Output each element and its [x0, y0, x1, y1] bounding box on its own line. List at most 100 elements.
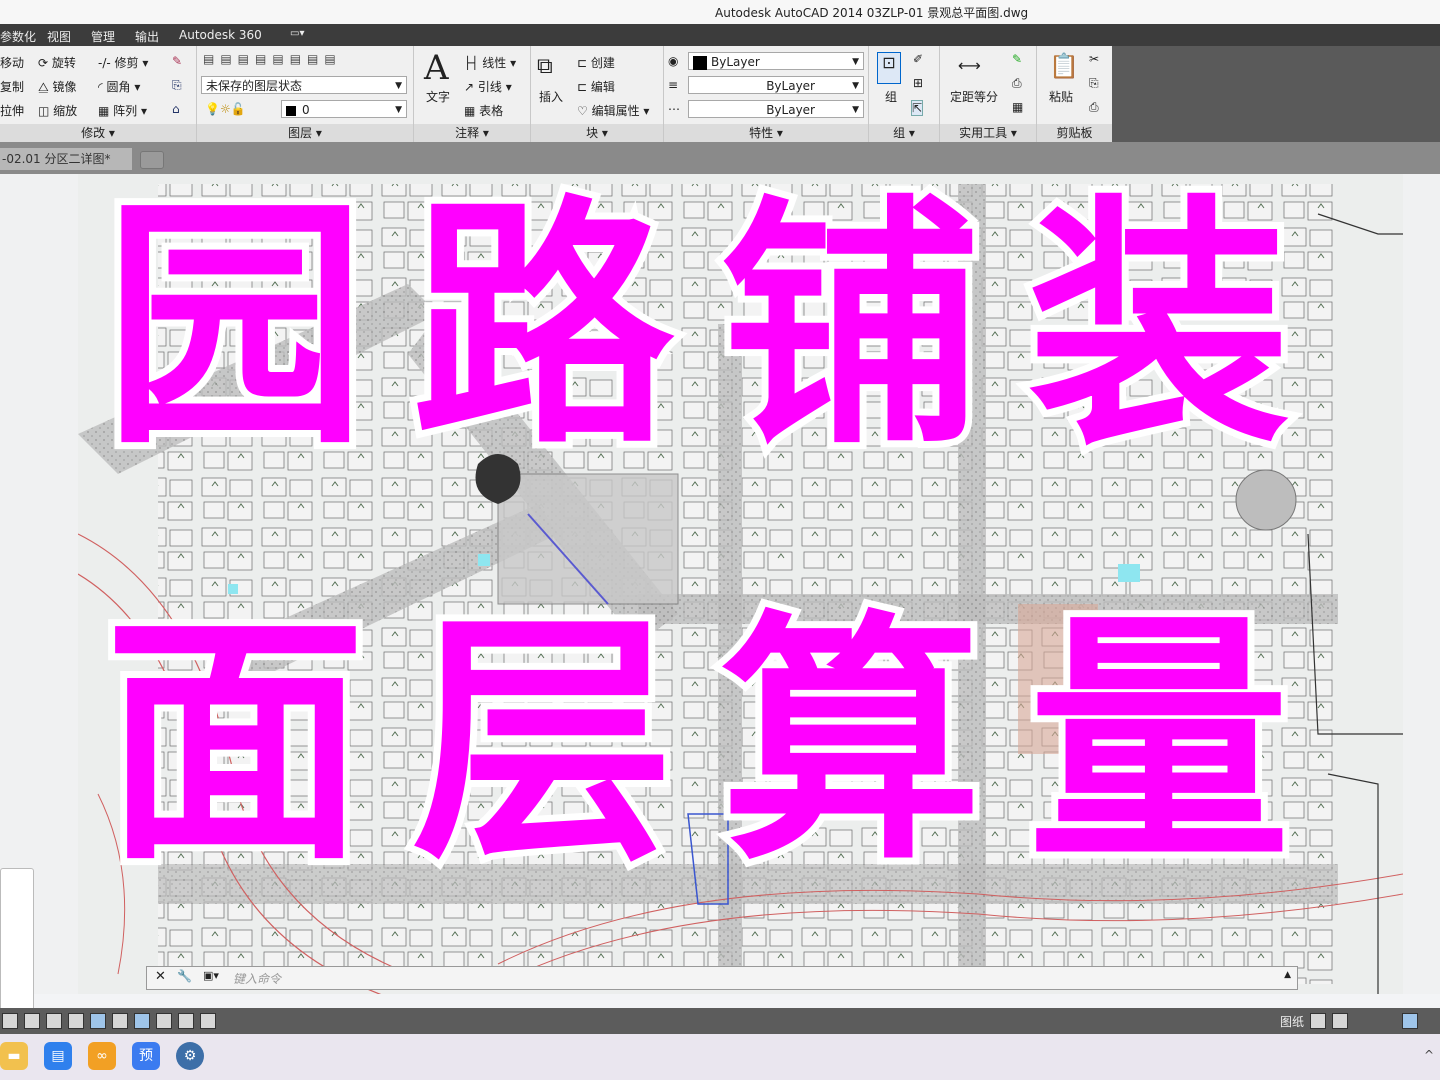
viewport-icon[interactable] [1332, 1013, 1348, 1029]
panel-utilities-title[interactable]: 实用工具 ▾ [940, 124, 1036, 142]
color-wheel-icon[interactable]: ◉ [668, 54, 678, 68]
array-button[interactable]: ▦ 阵列 ▾ [98, 102, 147, 119]
menu-manage[interactable]: 管理 [91, 28, 115, 45]
text-icon[interactable]: A [424, 48, 449, 88]
menu-output[interactable]: 输出 [135, 28, 159, 45]
group-edit-icon[interactable]: ⊞ [913, 76, 923, 90]
panel-annotation-title[interactable]: 注释 ▾ [414, 124, 530, 142]
menu-dropdown-icon[interactable]: ▭▾ [290, 28, 304, 39]
measure-button[interactable]: 定距等分 [950, 88, 998, 105]
command-line[interactable]: ✕ 🔧 ▣▾ 键入命令 ▲ [146, 966, 1298, 990]
dyn-icon[interactable] [156, 1013, 172, 1029]
document-tab-row: -02.01 分区二详图* [0, 142, 1440, 174]
command-input[interactable]: 键入命令 [233, 970, 281, 987]
panel-groups: ⊡ 组 ✐ ⊞ ⇱ 组 ▾ [869, 46, 940, 142]
edit-attributes-button[interactable]: ♡ 编辑属性 ▾ [577, 102, 649, 119]
insert-icon[interactable]: ⧉ [537, 54, 553, 79]
osnap-icon[interactable] [90, 1013, 106, 1029]
folder-icon[interactable]: ▬ [0, 1042, 28, 1070]
paste-icon[interactable]: 📋 [1049, 52, 1079, 80]
app-icon-2[interactable]: ∞ [88, 1042, 116, 1070]
menu-parametric[interactable]: 参数化 [0, 28, 36, 45]
measure-icon[interactable]: ⟷ [958, 56, 981, 75]
table-button[interactable]: ▦ 表格 [464, 102, 503, 119]
insert-button[interactable]: 插入 [539, 88, 563, 105]
stretch-button[interactable]: 拉伸 [0, 102, 24, 119]
point-style-icon[interactable]: ⎙ [1012, 76, 1022, 91]
ungroup-icon[interactable]: ✐ [913, 52, 923, 66]
panel-properties: ◉ ByLayer ▼ ≡ ByLayer ▼ ⋯ ByLayer ▼ 特性 ▾ [664, 46, 869, 142]
otrack-icon[interactable] [112, 1013, 128, 1029]
panel-clipboard-title[interactable]: 剪贴板 [1037, 124, 1112, 142]
mirror-button[interactable]: ⧋ 镜像 [38, 78, 77, 95]
create-block-button[interactable]: ⊏ 创建 [577, 54, 615, 71]
app-icon-1[interactable]: ▤ [44, 1042, 72, 1070]
brush-icon[interactable]: ✎ [172, 54, 182, 68]
close-icon[interactable]: ✕ [155, 969, 166, 984]
layer-tools-icons[interactable]: ▤▤▤▤▤▤▤▤ [203, 52, 342, 66]
command-prompt-icon[interactable]: ▣▾ [203, 969, 219, 982]
edit-block-button[interactable]: ⊏ 编辑 [577, 78, 615, 95]
panel-block-title[interactable]: 块 ▾ [531, 124, 663, 142]
fillet-button[interactable]: ◜ 圆角 ▾ [98, 78, 140, 95]
offset-icon[interactable]: ⌂ [172, 102, 180, 116]
snap-icon[interactable] [24, 1013, 40, 1029]
panel-modify-title[interactable]: 修改 ▾ [0, 124, 196, 142]
panel-properties-title[interactable]: 特性 ▾ [664, 124, 868, 142]
layer-state-combo[interactable]: 未保存的图层状态 ▼ [201, 76, 407, 94]
paste-button[interactable]: 粘贴 [1049, 88, 1073, 105]
menu-autodesk360[interactable]: Autodesk 360 [179, 28, 262, 42]
leader-button[interactable]: ↗ 引线 ▾ [464, 78, 512, 95]
match-properties-icon[interactable]: ⎙ [1089, 100, 1099, 115]
command-history-icon[interactable]: ▲ [1284, 970, 1291, 980]
panel-layers-title[interactable]: 图层 ▾ [197, 124, 413, 142]
paper-label[interactable]: 图纸 [1280, 1013, 1304, 1030]
text-button[interactable]: 文字 [426, 88, 450, 105]
status-bar: 图纸 [0, 1008, 1440, 1034]
document-tab[interactable]: -02.01 分区二详图* [0, 148, 132, 170]
panel-clipboard: 📋 粘贴 ✂ ⎘ ⎙ 剪贴板 [1037, 46, 1112, 142]
rotate-icon: ⟳ [38, 56, 49, 70]
panel-modify: 移动 ⟳ 旋转 -/- 修剪 ▾ 复制 ⧋ 镜像 ◜ 圆角 ▾ 拉伸 ◫ 缩放 … [0, 46, 197, 142]
lineweight-combo[interactable]: ByLayer ▼ [688, 100, 864, 118]
layout-icon[interactable] [1310, 1013, 1326, 1029]
rotate-button[interactable]: ⟳ 旋转 [38, 54, 76, 71]
panel-utilities: ⟷ 定距等分 ✎ ⎙ ▦ 实用工具 ▾ [940, 46, 1037, 142]
cut-icon[interactable]: ✂ [1089, 52, 1099, 66]
linetype-combo[interactable]: ByLayer ▼ [688, 76, 864, 94]
ducs-icon[interactable] [134, 1013, 150, 1029]
explode-icon[interactable]: ⎘ [172, 78, 182, 93]
lineweight-icon[interactable]: ⋯ [668, 102, 680, 116]
group-icon[interactable]: ⊡ [877, 52, 901, 84]
maximize-viewport-icon[interactable] [1402, 1013, 1418, 1029]
qp-icon[interactable] [200, 1013, 216, 1029]
lineweight-toggle-icon[interactable] [178, 1013, 194, 1029]
scale-button[interactable]: ◫ 缩放 [38, 102, 77, 119]
preview-icon[interactable]: 预 [132, 1042, 160, 1070]
wrench-icon[interactable]: 🔧 [177, 969, 192, 983]
polar-icon[interactable] [68, 1013, 84, 1029]
copy-button[interactable]: 复制 [0, 78, 24, 95]
trim-button[interactable]: -/- 修剪 ▾ [98, 54, 148, 71]
tray-chevron-icon[interactable]: ^ [1424, 1048, 1434, 1062]
panel-block: ⧉ 插入 ⊏ 创建 ⊏ 编辑 ♡ 编辑属性 ▾ 块 ▾ [531, 46, 664, 142]
group-select-icon[interactable]: ⇱ [911, 100, 924, 116]
move-button[interactable]: 移动 [0, 54, 24, 71]
window-title: Autodesk AutoCAD 2014 03ZLP-01 景观总平面图.dw… [715, 6, 1029, 20]
new-tab-button[interactable] [140, 151, 164, 169]
calculator-icon[interactable]: ▦ [1012, 100, 1023, 114]
layer-combo[interactable]: 0 ▼ [281, 100, 407, 118]
linear-dim-button[interactable]: ├┤ 线性 ▾ [464, 54, 516, 71]
grid-icon[interactable] [2, 1013, 18, 1029]
settings-icon[interactable]: ⚙ [176, 1042, 204, 1070]
group-button[interactable]: 组 [885, 88, 897, 105]
quick-select-icon[interactable]: ✎ [1012, 52, 1022, 66]
floating-window[interactable] [0, 868, 34, 1020]
copy-clip-icon[interactable]: ⎘ [1089, 76, 1099, 91]
ortho-icon[interactable] [46, 1013, 62, 1029]
panel-groups-title[interactable]: 组 ▾ [869, 124, 939, 142]
linetype-icon[interactable]: ≡ [668, 78, 678, 92]
menu-view[interactable]: 视图 [47, 28, 71, 45]
color-combo[interactable]: ByLayer ▼ [688, 52, 864, 70]
panel-annotation: A 文字 ├┤ 线性 ▾ ↗ 引线 ▾ ▦ 表格 注释 ▾ [414, 46, 531, 142]
